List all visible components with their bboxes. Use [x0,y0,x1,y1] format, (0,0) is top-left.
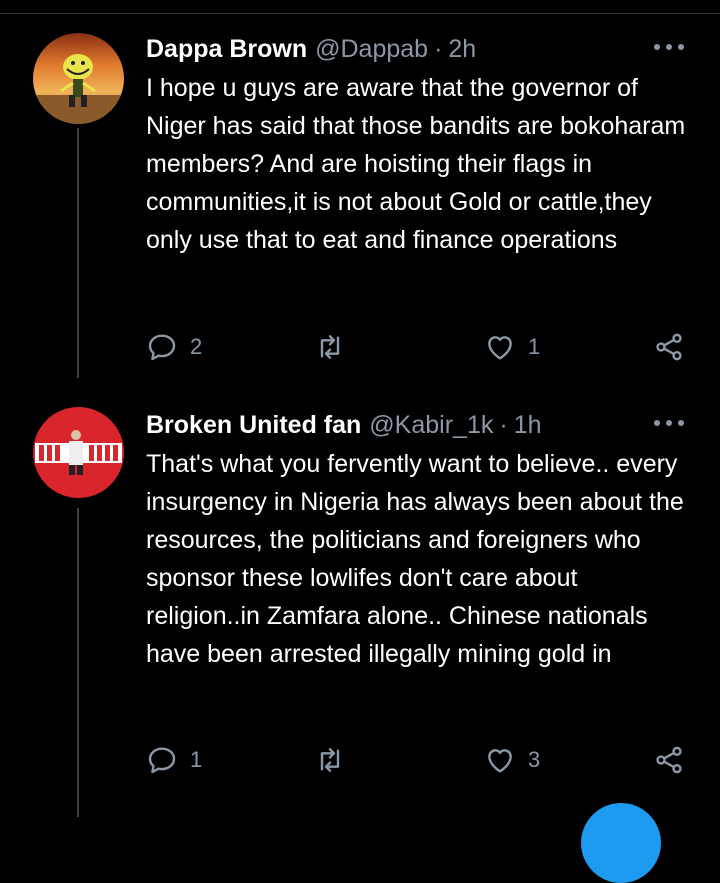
red-circle-avatar-icon [33,407,124,498]
retweet-icon [320,335,340,359]
top-divider [0,13,720,14]
like-icon [488,336,512,360]
reply-count: 2 [190,334,203,359]
retweet-button[interactable] [314,740,358,780]
share-button[interactable] [653,740,685,780]
like-count: 1 [528,334,541,359]
reply-button[interactable]: 1 [146,740,202,780]
share-icon [656,746,682,774]
like-button[interactable]: 1 [484,327,540,367]
author-handle[interactable]: @Kabir_1k [369,411,493,440]
tweet-header: Broken United fan @Kabir_1k · 1h [146,407,692,443]
reply-count: 1 [190,747,203,772]
retweet-icon [320,748,340,772]
more-icon[interactable] [654,413,684,433]
reply-icon [148,334,176,361]
retweet-button[interactable] [314,327,358,367]
author-name[interactable]: Dappa Brown [146,35,307,64]
timestamp[interactable]: 1h [514,411,542,440]
reply-button[interactable]: 2 [146,327,202,367]
share-icon [656,333,682,361]
tweet-text: I hope u guys are aware that the governo… [146,74,686,254]
reply-icon [148,747,176,774]
cartoon-avatar-icon [33,33,124,124]
timestamp[interactable]: 2h [448,35,476,64]
tweet-actions: 2 1 [146,327,691,367]
avatar[interactable] [33,33,124,124]
more-icon[interactable] [654,37,684,57]
compose-fab-icon[interactable] [581,803,661,883]
tweet-text: That's what you fervently want to believ… [146,450,684,668]
author-handle[interactable]: @Dappab [315,35,428,64]
tweet-2[interactable]: Broken United fan @Kabir_1k · 1h That's … [0,407,720,807]
tweet-header: Dappa Brown @Dappab · 2h [146,31,692,67]
like-button[interactable]: 3 [484,740,540,780]
like-count: 3 [528,747,541,772]
tweet-1[interactable]: Dappa Brown @Dappab · 2h I hope u guys a… [0,31,720,381]
share-button[interactable] [653,327,685,367]
tweet-actions: 1 3 [146,740,691,780]
separator: · [499,410,508,439]
separator: · [434,34,443,63]
like-icon [488,749,512,773]
avatar[interactable] [33,407,124,498]
author-name[interactable]: Broken United fan [146,411,361,440]
